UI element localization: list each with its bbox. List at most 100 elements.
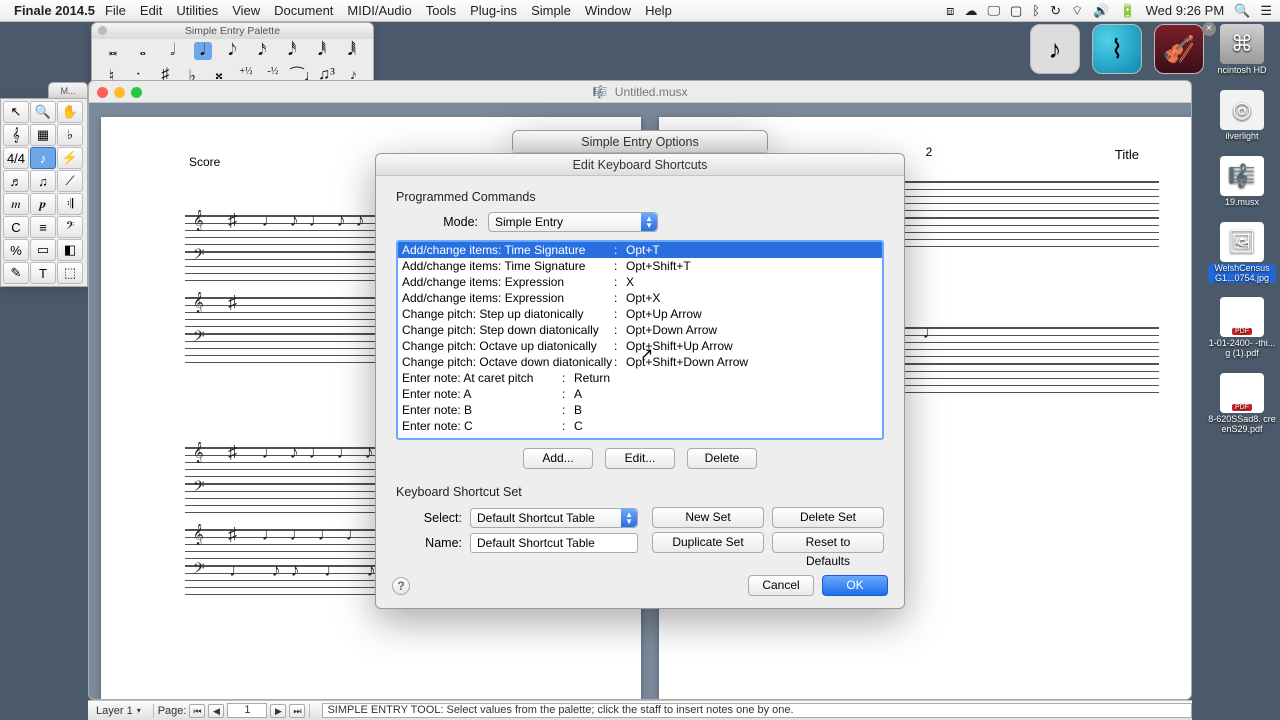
spotlight-icon[interactable]: 🔍 bbox=[1234, 3, 1250, 19]
sixteenth-note-icon[interactable]: 𝅘𝅥𝅯 bbox=[253, 42, 271, 60]
palette-close-icon[interactable] bbox=[98, 26, 107, 35]
keysig-tool-icon[interactable]: ♭ bbox=[57, 124, 83, 146]
dock-app-music[interactable]: ♪ bbox=[1030, 24, 1080, 74]
zoom-tool-icon[interactable]: 🔍 bbox=[30, 101, 56, 123]
hand-tool-icon[interactable]: ✋ bbox=[57, 101, 83, 123]
window-close-icon[interactable] bbox=[97, 87, 108, 98]
desktop-doc-19musx[interactable]: 🎼19.musx bbox=[1208, 156, 1276, 208]
window-minimize-icon[interactable] bbox=[114, 87, 125, 98]
expression-tool-icon[interactable]: 𝆐 bbox=[3, 193, 29, 215]
delete-set-button[interactable]: Delete Set bbox=[772, 507, 884, 528]
add-button[interactable]: Add... bbox=[523, 448, 593, 469]
simple-entry-tool-icon[interactable]: ♪ bbox=[30, 147, 56, 169]
desktop-pdf-2[interactable]: 8-620SSad8. creenS29.pdf bbox=[1208, 373, 1276, 435]
command-row[interactable]: Enter note: B:B bbox=[398, 402, 882, 418]
menu-window[interactable]: Window bbox=[585, 3, 631, 18]
quarter-note-icon[interactable]: 𝅘𝅥 bbox=[194, 42, 212, 60]
hyperscribe-tool-icon[interactable]: ♬ bbox=[3, 170, 29, 192]
graphics-tool-icon[interactable]: ⬚ bbox=[57, 262, 83, 284]
display-icon[interactable]: 🖵 bbox=[987, 3, 1000, 19]
command-row[interactable]: Enter note: At caret pitch:Return bbox=[398, 370, 882, 386]
staff-tool-icon[interactable]: 𝄞 bbox=[3, 124, 29, 146]
main-tool-palette[interactable]: ↖ 🔍 ✋ 𝄞 ▦ ♭ 4/4 ♪ ⚡ ♬ ♫ ⟋ 𝆐 𝆏 𝄇 C ≡ 𝄢 % … bbox=[0, 98, 88, 287]
dock-app-artwork[interactable]: 🎻 bbox=[1154, 24, 1204, 74]
menu-tools[interactable]: Tools bbox=[426, 3, 456, 18]
menu-plugins[interactable]: Plug-ins bbox=[470, 3, 517, 18]
command-row[interactable]: Add/change items: Time Signature:Opt+Shi… bbox=[398, 258, 882, 274]
command-row[interactable]: Enter note: C:C bbox=[398, 418, 882, 434]
menu-document[interactable]: Document bbox=[274, 3, 333, 18]
clock[interactable]: Wed 9:26 PM bbox=[1146, 3, 1225, 18]
menu-simple[interactable]: Simple bbox=[531, 3, 571, 18]
timemachine-icon[interactable]: ↻ bbox=[1050, 3, 1061, 19]
clef-tool-icon[interactable]: 𝄢 bbox=[57, 216, 83, 238]
page-number-input[interactable]: 1 bbox=[227, 703, 267, 718]
airplay-icon[interactable]: ▢ bbox=[1010, 3, 1022, 19]
command-row[interactable]: Add/change items: Expression:Opt+X bbox=[398, 290, 882, 306]
menu-view[interactable]: View bbox=[232, 3, 260, 18]
lyrics-tool-icon[interactable]: ≡ bbox=[30, 216, 56, 238]
command-row[interactable]: Change pitch: Step up diatonically:Opt+U… bbox=[398, 306, 882, 322]
special-tools-icon[interactable]: ✎ bbox=[3, 262, 29, 284]
duplicate-set-button[interactable]: Duplicate Set bbox=[652, 532, 764, 553]
cloud-icon[interactable]: ☁ bbox=[964, 3, 977, 19]
repeat-tool-icon[interactable]: 𝄇 bbox=[57, 193, 83, 215]
desktop-pdf-1[interactable]: 1-01-2400- -thi...g (1).pdf bbox=[1208, 297, 1276, 359]
last-page-button[interactable]: ⏭ bbox=[289, 704, 305, 718]
tuplet-tool-icon[interactable]: ♫ bbox=[30, 170, 56, 192]
half-note-icon[interactable]: 𝅗𝅥 bbox=[164, 42, 182, 60]
onetwentyeighth-note-icon[interactable]: 𝅘𝅥𝅲 bbox=[343, 42, 361, 60]
reset-defaults-button[interactable]: Reset to Defaults bbox=[772, 532, 884, 553]
shortcut-set-select[interactable]: Default Shortcut Table ▲▼ bbox=[470, 508, 638, 528]
app-name[interactable]: Finale 2014.5 bbox=[14, 3, 95, 18]
desktop-hd[interactable]: ⌘ncintosh HD bbox=[1208, 24, 1276, 76]
page-layout-tool-icon[interactable]: ▭ bbox=[30, 239, 56, 261]
command-row[interactable]: Change pitch: Octave up diatonically:Opt… bbox=[398, 338, 882, 354]
bluetooth-icon[interactable]: ᛒ bbox=[1032, 3, 1040, 18]
sixtyfourth-note-icon[interactable]: 𝅘𝅥𝅱 bbox=[313, 42, 331, 60]
first-page-button[interactable]: ⏮ bbox=[189, 704, 205, 718]
measure-tool-icon[interactable]: ▦ bbox=[30, 124, 56, 146]
resize-tool-icon[interactable]: % bbox=[3, 239, 29, 261]
speedy-entry-tool-icon[interactable]: ⚡ bbox=[57, 147, 83, 169]
text-tool-icon[interactable]: T bbox=[30, 262, 56, 284]
eighth-note-icon[interactable]: 𝅘𝅥𝅮 bbox=[223, 42, 241, 60]
selection-tool-icon[interactable]: ↖ bbox=[3, 101, 29, 123]
ossis-tool-icon[interactable]: ◧ bbox=[57, 239, 83, 261]
thirtysecond-note-icon[interactable]: 𝅘𝅥𝅰 bbox=[283, 42, 301, 60]
command-row[interactable]: Change pitch: Step down diatonically:Opt… bbox=[398, 322, 882, 338]
edit-button[interactable]: Edit... bbox=[605, 448, 675, 469]
menu-utilities[interactable]: Utilities bbox=[176, 3, 218, 18]
dock-app-finale[interactable]: ⌇ bbox=[1092, 24, 1142, 74]
help-button[interactable]: ? bbox=[392, 577, 410, 595]
shortcut-set-name-input[interactable]: Default Shortcut Table bbox=[470, 533, 638, 553]
articulation-tool-icon[interactable]: 𝆏 bbox=[30, 193, 56, 215]
desktop-silverlight[interactable]: ◎ilverlight bbox=[1208, 90, 1276, 142]
window-zoom-icon[interactable] bbox=[131, 87, 142, 98]
chord-tool-icon[interactable]: C bbox=[3, 216, 29, 238]
command-row[interactable]: Enter note: A:A bbox=[398, 386, 882, 402]
volume-icon[interactable]: 🔊 bbox=[1093, 3, 1109, 19]
menu-file[interactable]: File bbox=[105, 3, 126, 18]
timesig-tool-icon[interactable]: 4/4 bbox=[3, 147, 29, 169]
command-row[interactable]: Add/change items: Time Signature:Opt+T bbox=[398, 242, 882, 258]
whole-note-icon[interactable]: 𝅝 bbox=[134, 42, 152, 60]
command-list[interactable]: Add/change items: Time Signature:Opt+TAd… bbox=[396, 240, 884, 440]
command-row[interactable]: Change pitch: Octave down diatonically:O… bbox=[398, 354, 882, 370]
menu-help[interactable]: Help bbox=[645, 3, 672, 18]
dropbox-icon[interactable]: ⧈ bbox=[946, 3, 954, 19]
next-page-button[interactable]: ▶ bbox=[270, 704, 286, 718]
simple-entry-options-dialog[interactable]: Simple Entry Options bbox=[512, 130, 768, 154]
delete-button[interactable]: Delete bbox=[687, 448, 757, 469]
document-tab[interactable]: 🎼 Untitled.musx bbox=[89, 81, 1191, 103]
ok-button[interactable]: OK bbox=[822, 575, 888, 596]
desktop-screenshot[interactable]: 🖼WelshCensus G1...0754.jpg bbox=[1208, 222, 1276, 284]
edit-keyboard-shortcuts-dialog[interactable]: Edit Keyboard Shortcuts Programmed Comma… bbox=[375, 153, 905, 609]
new-set-button[interactable]: New Set bbox=[652, 507, 764, 528]
battery-icon[interactable]: 🔋 bbox=[1119, 3, 1135, 19]
menu-midiaudio[interactable]: MIDI/Audio bbox=[347, 3, 411, 18]
mode-select[interactable]: Simple Entry ▲▼ bbox=[488, 212, 658, 232]
menu-edit[interactable]: Edit bbox=[140, 3, 162, 18]
notifications-icon[interactable]: ☰ bbox=[1260, 3, 1272, 19]
double-whole-note-icon[interactable]: 𝅜 bbox=[104, 42, 122, 60]
